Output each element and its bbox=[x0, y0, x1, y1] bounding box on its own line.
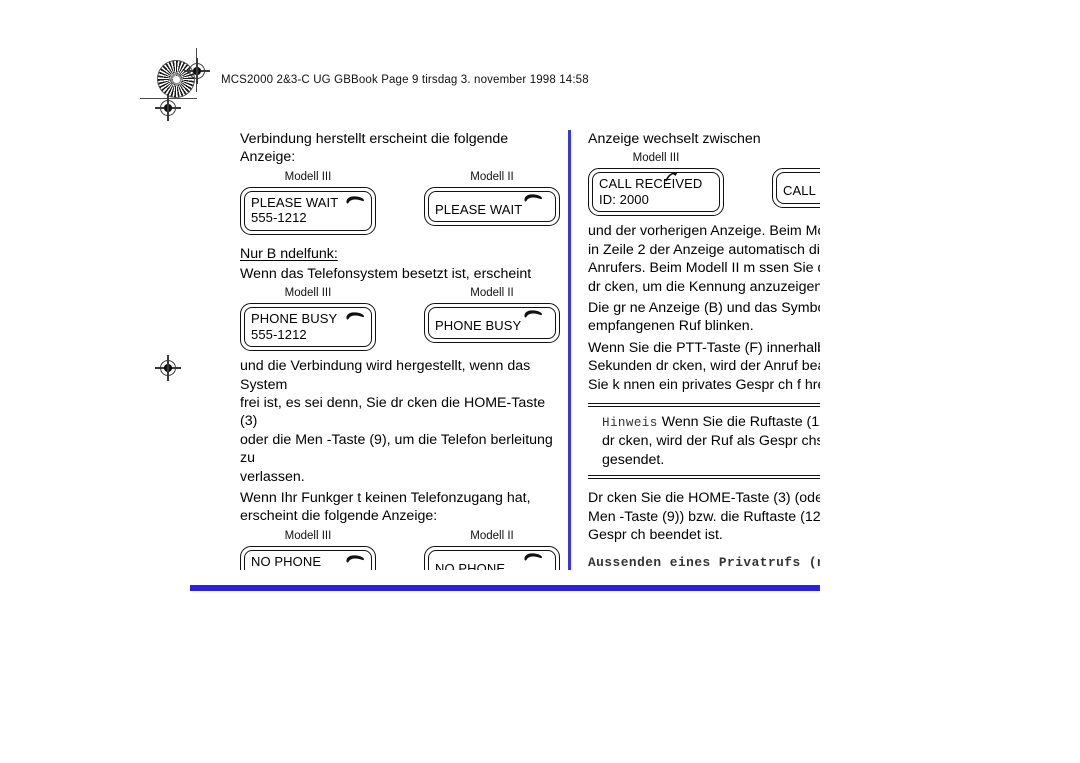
phone-handset-icon bbox=[523, 552, 543, 562]
lcd-screen: CALL RECEIVED ID: 2000 bbox=[592, 172, 720, 213]
right-para-1-line-1: und der vorherigen Anzeige. Beim Modell … bbox=[588, 223, 820, 240]
lcd-cell-model-3: Modell III NO PHONE 555-1212 bbox=[240, 530, 376, 570]
phone-handset-icon bbox=[345, 311, 365, 321]
note-line-2: dr cken, wird der Ruf als Gespr chsgrupp… bbox=[602, 433, 820, 450]
lcd-line-2: 555-1212 bbox=[251, 210, 307, 226]
right-para-2-line-2: empfangenen Ruf blinken. bbox=[588, 318, 754, 335]
lcd-screen: PHONE BUSY bbox=[428, 307, 556, 339]
right-para-4-line-3: Gespr ch beendet ist. bbox=[588, 527, 723, 544]
figure-call-received: Modell III CALL RECEIVED ID: 2000 CALL bbox=[588, 152, 820, 217]
lcd-caption-model-2: Modell II bbox=[470, 529, 514, 542]
phone-handset-icon bbox=[523, 193, 543, 203]
right-para-4-line-1: Dr cken Sie die HOME-Taste (3) (oder zwe… bbox=[588, 490, 820, 507]
figure-please-wait: Modell III PLEASE WAIT 555-1212 Modell I… bbox=[240, 171, 560, 235]
right-para-1-line-4: dr cken, um die Kennung anzuzeigen. bbox=[588, 278, 820, 295]
incoming-call-arrow-icon bbox=[665, 172, 679, 183]
lcd-cell-model-3: Modell III PLEASE WAIT 555-1212 bbox=[240, 171, 376, 235]
left-column: Verbindung herstellt erscheint die folge… bbox=[240, 130, 560, 570]
lcd-caption-model-3: Modell III bbox=[632, 152, 680, 165]
lcd-caption-model-2: M bbox=[772, 152, 820, 164]
right-para-3-line-3: Sie k nnen ein privates Gespr ch f hren. bbox=[588, 376, 820, 393]
lcd-cell-model-2: Modell II PLEASE WAIT bbox=[424, 171, 560, 235]
lcd-screen: PLEASE WAIT bbox=[428, 190, 556, 223]
lcd-cell-model-3: Modell III PHONE BUSY 555-1212 bbox=[240, 287, 376, 352]
lcd-display-model-3: PHONE BUSY 555-1212 bbox=[240, 303, 376, 352]
busy-intro-line: Wenn das Telefonsystem besetzt ist, ersc… bbox=[240, 265, 532, 282]
lcd-cell-model-3: Modell III CALL RECEIVED ID: 2000 bbox=[588, 152, 724, 217]
lcd-caption-model-2: Modell II bbox=[470, 170, 514, 183]
lcd-cell-model-2: M CALL RECEIVED bbox=[772, 152, 820, 216]
para-after-busy-line-4: verlassen. bbox=[240, 468, 305, 485]
lcd-caption-model-3: Modell III bbox=[284, 287, 332, 300]
lcd-screen: CALL RECEIVED bbox=[776, 172, 820, 204]
bottom-blue-bar bbox=[190, 585, 820, 591]
right-para-1-line-3: Anrufers. Beim Modell II m ssen Sie die … bbox=[588, 260, 820, 277]
lcd-caption-model-3: Modell III bbox=[284, 529, 332, 542]
lcd-line-1: CALL RECEIVED bbox=[599, 176, 703, 192]
para-after-busy-line-1: und die Verbindung wird hergestellt, wen… bbox=[240, 358, 531, 393]
lcd-screen: NO PHONE 555-1212 bbox=[244, 549, 372, 570]
para-no-phone-line-1: Wenn Ihr Funkger t keinen Telefonzugang … bbox=[240, 490, 531, 507]
lcd-screen: PLEASE WAIT 555-1212 bbox=[244, 190, 372, 231]
lcd-display-model-2: PLEASE WAIT bbox=[424, 186, 560, 227]
subsection-heading-aussenden: Aussenden eines Privatrufs (nur B ndelfu… bbox=[588, 554, 820, 570]
lcd-display-model-2: NO PHONE bbox=[424, 545, 560, 570]
document-page: Verbindung herstellt erscheint die folge… bbox=[0, 0, 1080, 763]
right-para-1-line-2: in Zeile 2 der Anzeige automatisch die K… bbox=[588, 241, 820, 258]
right-para-4-line-2: Men -Taste (9)) bzw. die Ruftaste (12), … bbox=[588, 508, 820, 525]
phone-handset-icon bbox=[523, 309, 543, 319]
right-intro-line: Anzeige wechselt zwischen bbox=[588, 131, 761, 147]
note-rule-bottom bbox=[588, 475, 820, 480]
lcd-line-2: 555-1212 bbox=[251, 569, 365, 570]
lcd-line-2: 555-1212 bbox=[251, 326, 307, 342]
phone-handset-icon bbox=[345, 554, 365, 564]
lcd-line-1: CALL RECEIVED bbox=[783, 183, 820, 199]
right-para-3-line-2: Sekunden dr cken, wird der Anruf beantwo… bbox=[588, 358, 820, 375]
note-body: HinweisWenn Sie die Ruftaste (12) dabei … bbox=[588, 407, 820, 475]
lcd-line-1: NO PHONE bbox=[435, 560, 506, 570]
heading-trunking-only: Nur B ndelfunk: bbox=[240, 245, 338, 262]
right-column: Anzeige wechselt zwischen Modell III CAL… bbox=[588, 130, 820, 570]
figure-no-phone: Modell III NO PHONE 555-1212 bbox=[240, 530, 560, 570]
page-content-clip: Verbindung herstellt erscheint die folge… bbox=[190, 130, 820, 570]
lcd-display-model-3: CALL RECEIVED ID: 2000 bbox=[588, 168, 724, 217]
lcd-cell-model-2: Modell II NO PHONE bbox=[424, 530, 560, 570]
two-column-layout: Verbindung herstellt erscheint die folge… bbox=[190, 130, 820, 570]
lcd-screen: PHONE BUSY 555-1212 bbox=[244, 307, 372, 348]
para-no-phone-line-2: erscheint die folgende Anzeige: bbox=[240, 508, 438, 525]
lcd-cell-model-2: Modell II PHONE BUSY bbox=[424, 287, 560, 351]
lcd-display-model-2: PHONE BUSY bbox=[424, 303, 560, 343]
lcd-line-1: PHONE BUSY bbox=[435, 318, 522, 334]
lcd-caption-model-2: Modell II bbox=[470, 287, 514, 300]
right-para-2-line-1: Die gr ne Anzeige (B) und das Symbol f r… bbox=[588, 300, 820, 317]
lcd-display-model-3: PLEASE WAIT 555-1212 bbox=[240, 186, 376, 235]
lcd-display-model-3: NO PHONE 555-1212 bbox=[240, 545, 376, 570]
left-intro-line: Verbindung herstellt erscheint die folge… bbox=[240, 131, 509, 166]
para-after-busy-line-3: oder die Men -Taste (9), um die Telefon … bbox=[240, 431, 553, 467]
column-divider bbox=[568, 130, 571, 570]
note-label: Hinweis bbox=[602, 416, 658, 431]
lcd-caption-model-3: Modell III bbox=[284, 170, 332, 183]
para-after-busy-line-2: frei ist, es sei denn, Sie dr cken die H… bbox=[240, 395, 546, 430]
figure-phone-busy: Modell III PHONE BUSY 555-1212 Modell II… bbox=[240, 287, 560, 352]
phone-handset-icon bbox=[345, 195, 365, 205]
lcd-line-2: ID: 2000 bbox=[599, 191, 649, 207]
lcd-line-1: PLEASE WAIT bbox=[435, 201, 523, 217]
note-first-line: HinweisWenn Sie die Ruftaste (12) dabei bbox=[602, 413, 820, 432]
lcd-display-model-2: CALL RECEIVED bbox=[772, 168, 820, 208]
right-para-3-line-1: Wenn Sie die PTT-Taste (F) innerhalb von… bbox=[588, 339, 820, 356]
note-line-3: gesendet. bbox=[602, 451, 665, 468]
lcd-screen: NO PHONE bbox=[428, 549, 556, 570]
note-line-1: Wenn Sie die Ruftaste (12) dabei bbox=[661, 414, 820, 431]
note-box-hinweis: HinweisWenn Sie die Ruftaste (12) dabei … bbox=[588, 403, 820, 480]
